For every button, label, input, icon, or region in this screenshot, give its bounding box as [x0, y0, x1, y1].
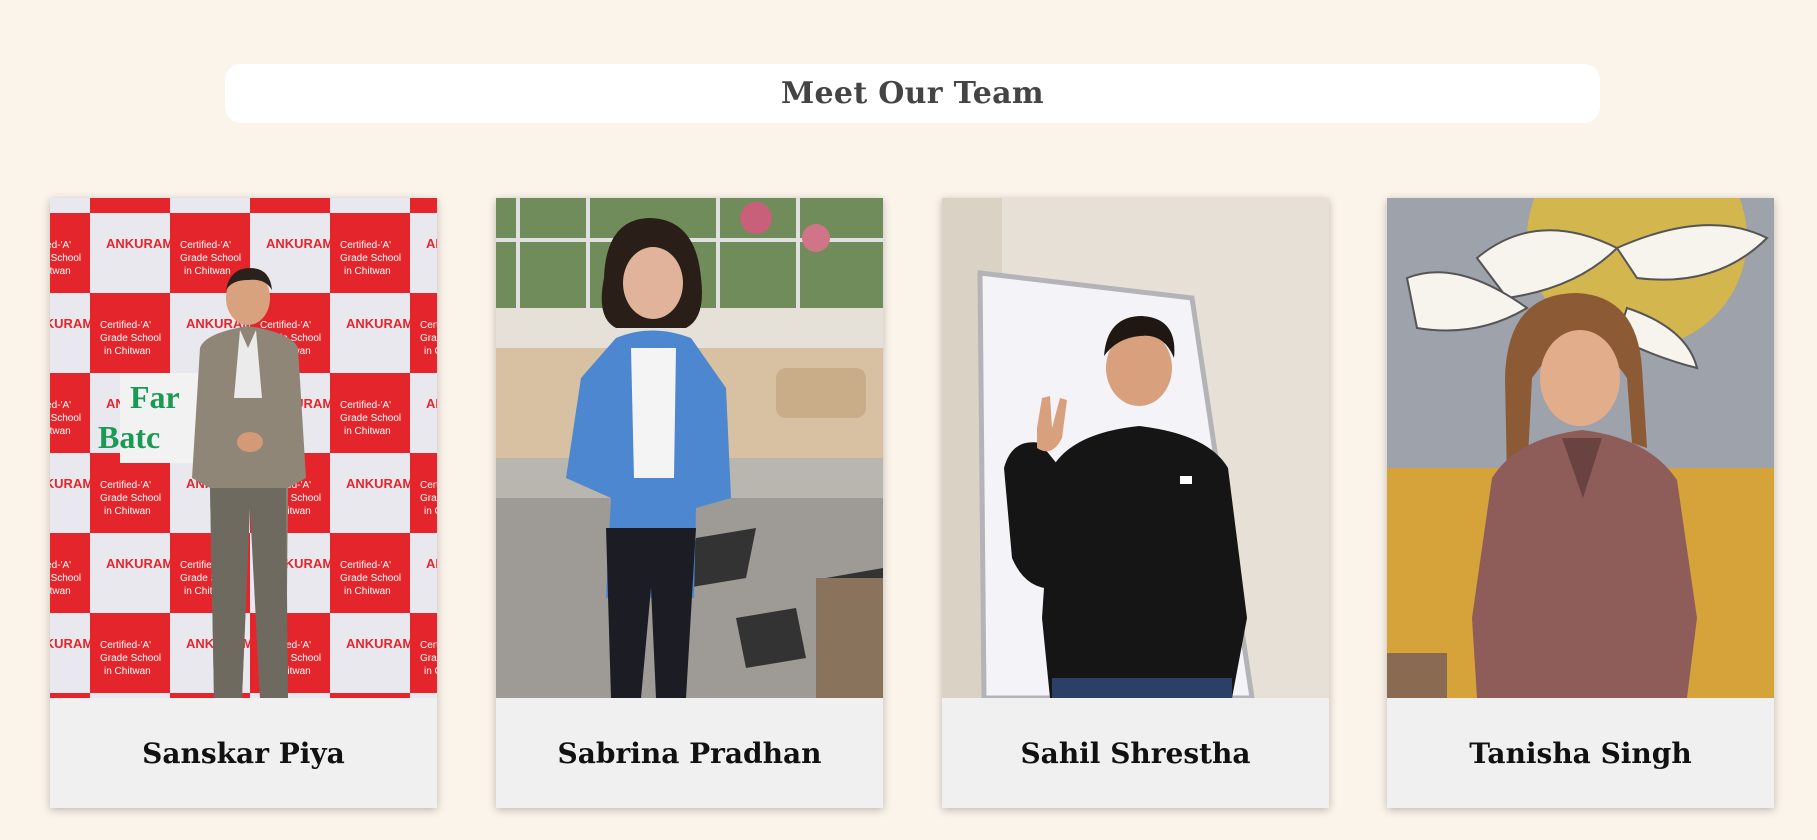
team-member-name: Sahil Shrestha: [1020, 736, 1251, 770]
svg-text:Batc: Batc: [98, 419, 160, 455]
team-member-photo: [496, 198, 883, 698]
team-member-name: Sabrina Pradhan: [557, 736, 822, 770]
team-member-name: Sanskar Piya: [142, 736, 345, 770]
team-member-name: Tanisha Singh: [1469, 736, 1692, 770]
team-card-sabrina: Sabrina Pradhan: [496, 198, 883, 808]
team-member-photo: [1387, 198, 1774, 698]
team-page: Meet Our Team ANKURAM Certified-'A' Grad…: [0, 0, 1817, 840]
section-title: Meet Our Team: [781, 76, 1044, 111]
section-title-box: Meet Our Team: [225, 64, 1600, 123]
svg-text:Far: Far: [130, 379, 180, 415]
team-member-photo: [942, 198, 1329, 698]
team-card-sanskar: ANKURAM Certified-'A' Grade School in Ch…: [50, 198, 437, 808]
team-card-sahil: Sahil Shrestha: [942, 198, 1329, 808]
photo-sabrina-image: [496, 198, 883, 698]
photo-tanisha-image: [1387, 198, 1774, 698]
photo-sahil-image: [942, 198, 1329, 698]
team-card-tanisha: Tanisha Singh: [1387, 198, 1774, 808]
team-member-photo: ANKURAM Certified-'A' Grade School in Ch…: [50, 198, 437, 698]
team-cards: ANKURAM Certified-'A' Grade School in Ch…: [50, 198, 1775, 808]
photo-sanskar-image: ANKURAM Certified-'A' Grade School in Ch…: [50, 198, 437, 698]
